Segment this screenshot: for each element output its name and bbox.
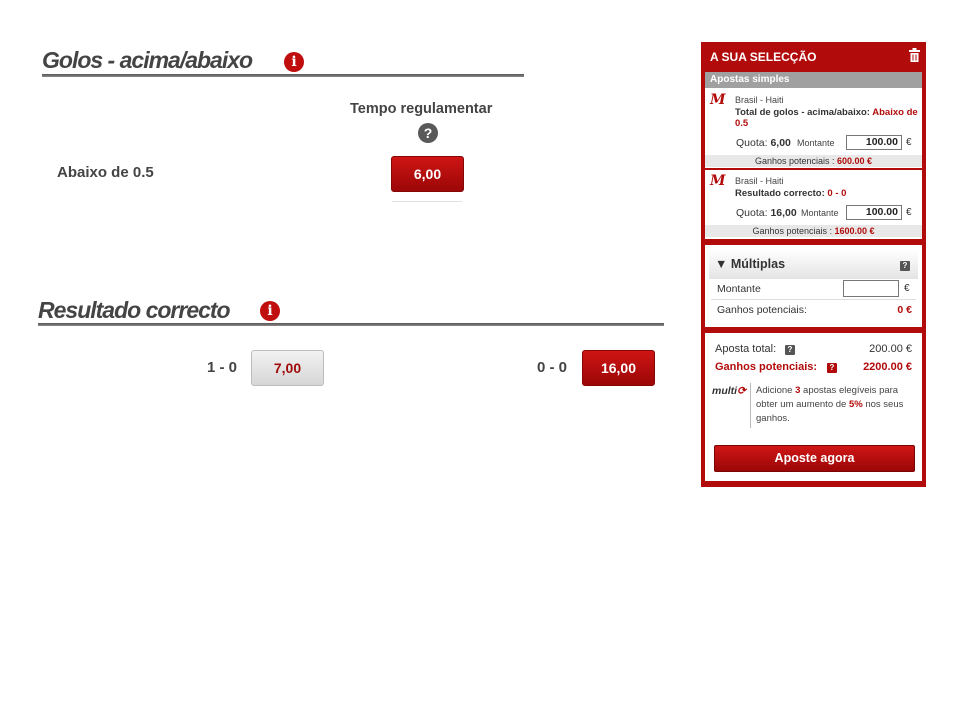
quota-value: 6,00 — [770, 137, 791, 149]
multiples-potential-label: Ganhos potenciais: — [717, 304, 807, 316]
potential-value: 1600.00 € — [834, 226, 875, 236]
quota-value: 16,00 — [770, 207, 797, 219]
info-icon[interactable]: i — [284, 52, 304, 72]
bet-slip-title: A SUA SELECÇÃO — [710, 50, 817, 64]
potential-label: Ganhos potenciais : — [754, 156, 835, 166]
multiples-panel: ▼ Múltiplas ? Montante € Ganhos potencia… — [705, 245, 922, 327]
potential-winnings-strip: Ganhos potenciais : 1600.00 € — [705, 225, 922, 237]
bet-market-name: Resultado correcto: — [735, 188, 825, 199]
bet-market: Total de golos - acima/abaixo: Abaixo de… — [735, 107, 920, 129]
odds-button-abaixo-0-5[interactable]: 6,00 — [391, 156, 464, 192]
montante-label: Montante — [801, 208, 839, 218]
bet-divider — [705, 168, 922, 170]
potential-winnings-strip: Ganhos potenciais : 600.00 € — [705, 155, 922, 167]
bet-market: Resultado correcto: 0 - 0 — [735, 188, 920, 199]
total-potential-label: Ganhos potenciais: — [715, 361, 818, 373]
help-icon[interactable]: ? — [827, 363, 837, 373]
multiples-montante-label: Montante — [717, 283, 761, 295]
m-logo-icon: M — [710, 92, 726, 108]
help-icon[interactable]: ? — [785, 345, 795, 355]
stake-input[interactable]: 100.00 — [846, 205, 902, 220]
score-label-0-0: 0 - 0 — [537, 359, 568, 376]
golos-section-title: Golos - acima/abaixo — [42, 47, 253, 73]
multiples-toggle[interactable]: ▼ Múltiplas — [715, 257, 785, 271]
total-stake-value: 200.00 € — [869, 343, 912, 355]
resultado-section-title: Resultado correcto — [38, 297, 231, 323]
total-stake-label: Aposta total: — [715, 343, 776, 355]
multiples-divider — [711, 299, 916, 300]
stake-input[interactable]: 100.00 — [846, 135, 902, 150]
quota-label: Quota: — [736, 137, 768, 149]
help-icon[interactable]: ? — [900, 261, 910, 271]
info-icon[interactable]: i — [260, 301, 280, 321]
odds-button-1-0[interactable]: 7,00 — [251, 350, 324, 386]
singles-header: Apostas simples — [705, 72, 922, 88]
promo-divider — [750, 383, 751, 428]
row-label-abaixo: Abaixo de 0.5 — [57, 164, 154, 181]
bet-selection: 0 - 0 — [827, 188, 847, 199]
column-header-tempo: Tempo regulamentar — [350, 101, 493, 117]
multiples-potential-value: 0 € — [897, 304, 912, 316]
golos-title-divider — [42, 74, 524, 77]
montante-label: Montante — [797, 138, 835, 148]
odds-button-0-0[interactable]: 16,00 — [582, 350, 655, 386]
collapse-arrow-icon: ▼ — [715, 257, 728, 271]
currency-symbol: € — [904, 283, 910, 294]
bet-teams: Brasil - Haiti — [735, 95, 784, 105]
resultado-title-divider — [38, 323, 664, 326]
promo-pct: 5% — [848, 399, 863, 410]
total-stake-label-text: Aposta total: — [715, 343, 777, 355]
score-label-1-0: 1 - 0 — [207, 359, 238, 376]
multi-logo-text: multi — [712, 385, 738, 397]
potential-value: 600.00 € — [837, 156, 873, 166]
trash-icon[interactable] — [909, 48, 920, 62]
row-divider — [392, 201, 462, 202]
total-potential-value: 2200.00 € — [863, 361, 912, 373]
help-icon[interactable]: ? — [418, 123, 438, 143]
promo-text-pre: Adicione — [756, 385, 796, 396]
place-bet-button[interactable]: Aposte agora — [714, 445, 915, 472]
quota-label: Quota: — [736, 207, 768, 219]
currency-symbol: € — [906, 137, 912, 148]
bet-slip: A SUA SELECÇÃO Apostas simples M Brasil … — [701, 42, 926, 487]
bet-quota: Quota: 16,00 — [736, 207, 797, 219]
multiples-title: Múltiplas — [730, 257, 786, 271]
bet-item: M Brasil - Haiti Resultado correcto: 0 -… — [705, 173, 922, 233]
multi-logo-icon: multi⟳ — [712, 385, 746, 397]
m-logo-icon: M — [710, 173, 726, 189]
multiples-stake-input[interactable] — [843, 280, 899, 297]
bet-quota: Quota: 6,00 — [736, 137, 791, 149]
bet-market-name: Total de golos - acima/abaixo: — [735, 107, 870, 118]
potential-label: Ganhos potenciais : — [752, 226, 832, 236]
bet-teams: Brasil - Haiti — [735, 176, 784, 186]
currency-symbol: € — [906, 207, 912, 218]
promo-text: Adicione 3 apostas elegíveis para obter … — [756, 384, 918, 426]
